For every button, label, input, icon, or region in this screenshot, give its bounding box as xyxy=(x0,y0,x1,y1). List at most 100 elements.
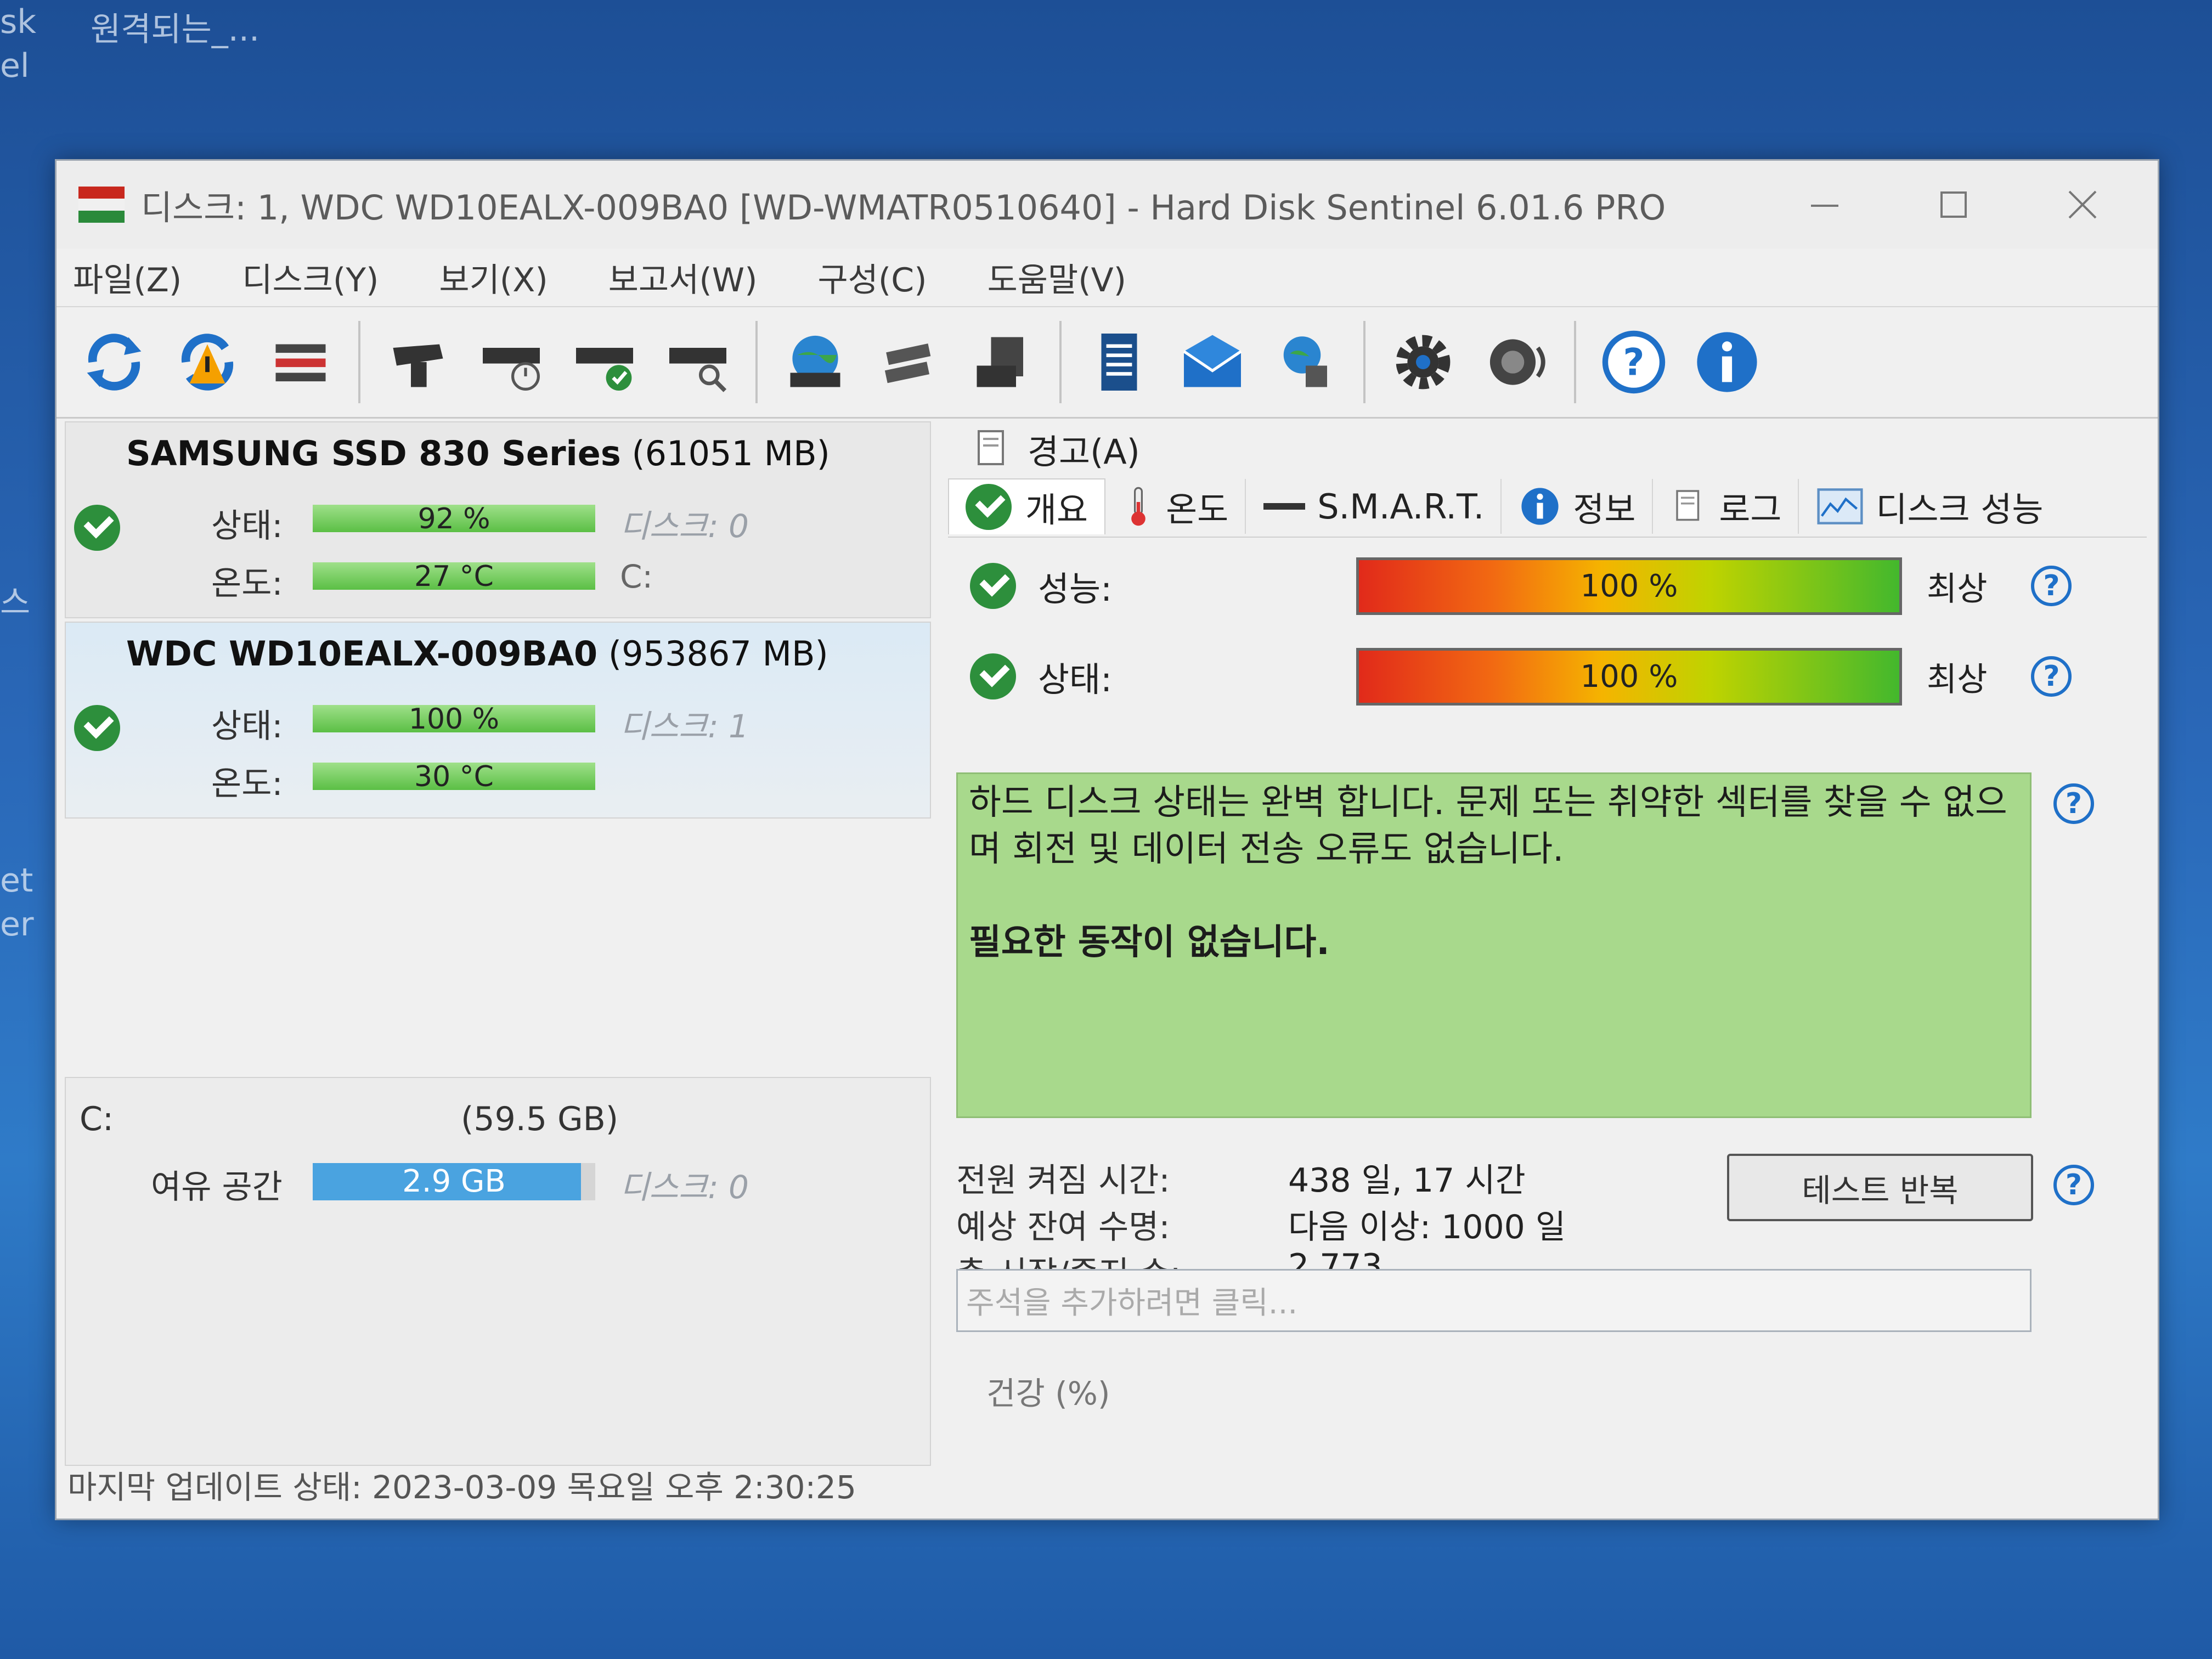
list-icon[interactable] xyxy=(259,321,342,403)
tab-temperature[interactable]: 온도 xyxy=(1105,479,1246,534)
performance-grade: 최상 xyxy=(1927,569,1988,608)
email-icon[interactable] xyxy=(1171,321,1254,403)
tab-smart-label: S.M.A.R.T. xyxy=(1317,486,1485,527)
disk-size: (953867 MB) xyxy=(608,634,828,674)
performance-value: 100 % xyxy=(1580,568,1678,604)
svg-text:?: ? xyxy=(1623,340,1644,383)
check-icon xyxy=(966,484,1012,530)
refresh-warning-icon[interactable] xyxy=(166,321,249,403)
disk-item[interactable]: SAMSUNG SSD 830 Series (61051 MB) 상태: 92… xyxy=(65,421,931,618)
maximize-button[interactable] xyxy=(1889,161,2018,249)
maximize-icon xyxy=(1940,191,1967,218)
help-icon[interactable]: ? xyxy=(2031,656,2072,697)
disk-tag: 디스크: 0 xyxy=(620,507,749,545)
health-meter: 100 % xyxy=(1356,647,1902,706)
disk-name: SAMSUNG SSD 830 Series xyxy=(126,433,621,473)
tab-performance-label: 디스크 성능 xyxy=(1876,489,2044,529)
tab-warning[interactable]: 경고(A) xyxy=(970,421,1140,476)
status-bar: 92 % xyxy=(313,505,595,533)
performance-chart-icon xyxy=(1817,488,1864,524)
note-input[interactable]: 주석을 추가하려면 클릭... xyxy=(956,1269,2032,1332)
tab-log[interactable]: 로그 xyxy=(1653,479,1799,534)
temperature-bar: 30 °C xyxy=(313,763,595,791)
toolbar-separator xyxy=(1574,321,1576,403)
disk-item-selected[interactable]: WDC WD10EALX-009BA0 (953867 MB) 상태: 100 … xyxy=(65,622,931,819)
toolbar-separator xyxy=(755,321,758,403)
help-icon[interactable]: ? xyxy=(1593,321,1675,403)
desktop-edge-text: er xyxy=(0,905,34,944)
tab-warning-label: 경고(A) xyxy=(1028,432,1140,472)
performance-row: 성능: 100 % 최상 ? xyxy=(970,553,2072,619)
disk-list-panel: SAMSUNG SSD 830 Series (61051 MB) 상태: 92… xyxy=(65,421,931,1466)
menu-bar: 파일(Z) 디스크(Y) 보기(X) 보고서(W) 구성(C) 도움말(V) xyxy=(57,249,2158,307)
tab-smart[interactable]: S.M.A.R.T. xyxy=(1246,479,1502,534)
remaining-lifetime-value: 다음 이상: 1000 일 xyxy=(1288,1208,1566,1246)
sound-icon[interactable] xyxy=(1475,321,1558,403)
health-grade: 최상 xyxy=(1927,660,1988,699)
menu-view[interactable]: 보기(X) xyxy=(439,253,548,301)
thermometer-icon xyxy=(1131,487,1146,526)
menu-file[interactable]: 파일(Z) xyxy=(73,253,182,301)
tape-icon[interactable] xyxy=(961,321,1043,403)
disk-icon[interactable] xyxy=(377,321,459,403)
tab-log-label: 로그 xyxy=(1719,489,1782,529)
check-icon xyxy=(970,653,1016,699)
network-drives-icon[interactable] xyxy=(867,321,950,403)
performance-meter: 100 % xyxy=(1356,557,1902,615)
remaining-lifetime-label: 예상 잔여 수명: xyxy=(956,1208,1170,1246)
status-bar-text: 마지막 업데이트 상태: 2023-03-09 목요일 오후 2:30:25 xyxy=(67,1469,856,1506)
settings-icon[interactable] xyxy=(1382,321,1464,403)
status-bar: 100 % xyxy=(313,705,595,733)
partition-size: (59.5 GB) xyxy=(461,1100,619,1138)
info-icon xyxy=(1521,488,1559,525)
temperature-label: 온도: xyxy=(211,565,283,603)
action-message: 필요한 동작이 없습니다. xyxy=(969,922,1330,963)
check-icon xyxy=(74,505,120,551)
hard-disk-sentinel-window: 디스크: 1, WDC WD10EALX-009BA0 [WD-WMATR051… xyxy=(55,159,2159,1520)
close-button[interactable] xyxy=(2018,161,2147,249)
minimize-icon xyxy=(1810,205,1838,207)
disk-check-icon[interactable] xyxy=(563,321,646,403)
performance-label: 성능: xyxy=(1038,569,1112,609)
disk-clock-icon[interactable] xyxy=(470,321,552,403)
help-icon[interactable]: ? xyxy=(2053,1165,2094,1205)
disk-tag: 디스크: 1 xyxy=(620,708,749,745)
refresh-icon[interactable] xyxy=(73,321,155,403)
help-icon[interactable]: ? xyxy=(2031,566,2072,606)
desktop-edge-text: 스 xyxy=(0,584,31,622)
menu-config[interactable]: 구성(C) xyxy=(817,253,927,301)
tab-temperature-label: 온도 xyxy=(1166,489,1229,529)
document-icon xyxy=(978,430,1004,465)
tab-performance[interactable]: 디스크 성능 xyxy=(1799,479,2059,534)
menu-disk[interactable]: 디스크(Y) xyxy=(242,253,379,301)
health-row: 상태: 100 % 최상 ? xyxy=(970,644,2072,709)
menu-help[interactable]: 도움말(V) xyxy=(988,253,1126,301)
disk-search-icon[interactable] xyxy=(657,321,739,403)
app-icon xyxy=(78,187,125,223)
toolbar: ? xyxy=(57,307,2158,419)
disk-title: SAMSUNG SSD 830 Series (61051 MB) xyxy=(126,433,830,473)
temperature-label: 온도: xyxy=(211,765,283,803)
report-icon[interactable] xyxy=(1078,321,1160,403)
title-bar[interactable]: 디스크: 1, WDC WD10EALX-009BA0 [WD-WMATR051… xyxy=(57,161,2158,249)
internet-disk-icon[interactable] xyxy=(774,321,856,403)
tab-overview[interactable]: 개요 xyxy=(948,478,1106,534)
free-space-bar: 2.9 GB xyxy=(313,1163,595,1200)
desktop-edge-text: el xyxy=(0,47,30,85)
status-message-box: 하드 디스크 상태는 완벽 합니다. 문제 또는 취약한 섹터를 찾을 수 없으… xyxy=(956,772,2032,1118)
details-panel: 경고(A) 개요 온도 S.M.A.R.T. 정보 로그 디스크 성능 성능: … xyxy=(948,421,2147,1464)
desktop-edge-text: sk xyxy=(0,3,37,41)
status-message: 하드 디스크 상태는 완벽 합니다. 문제 또는 취약한 섹터를 찾을 수 없으… xyxy=(969,782,2007,870)
tab-info-label: 정보 xyxy=(1573,489,1636,529)
health-value: 100 % xyxy=(1580,658,1678,695)
repeat-test-button[interactable]: 테스트 반복 xyxy=(1727,1154,2033,1221)
document-icon xyxy=(1676,490,1700,521)
info-icon[interactable] xyxy=(1686,321,1768,403)
network-icon[interactable] xyxy=(1265,321,1347,403)
minimize-button[interactable] xyxy=(1760,161,1889,249)
tab-info[interactable]: 정보 xyxy=(1502,479,1654,534)
help-icon[interactable]: ? xyxy=(2053,783,2094,824)
menu-report[interactable]: 보고서(W) xyxy=(608,253,758,301)
toolbar-separator xyxy=(358,321,360,403)
tab-overview-label: 개요 xyxy=(1025,490,1088,530)
